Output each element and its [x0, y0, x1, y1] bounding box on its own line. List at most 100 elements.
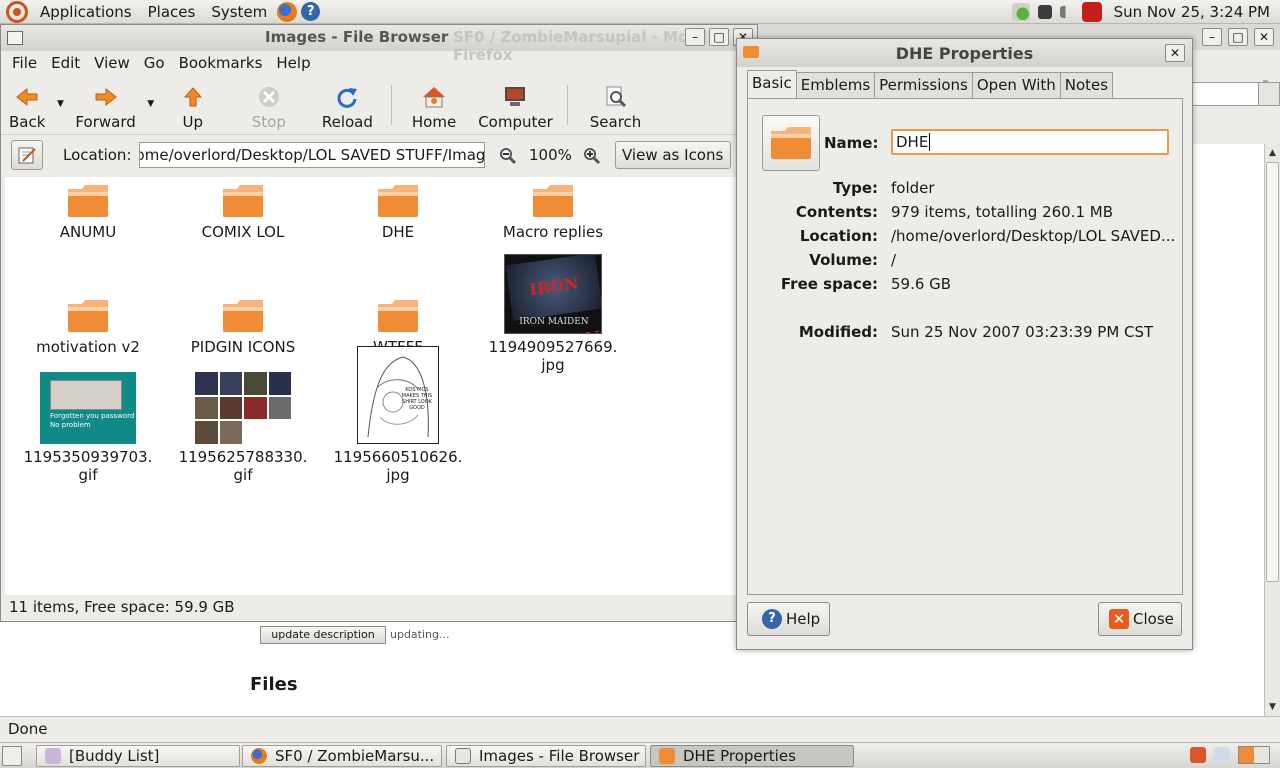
workspace-switcher[interactable] [1238, 746, 1270, 764]
tab-basic[interactable]: Basic [747, 70, 797, 98]
search-icon[interactable] [1258, 82, 1280, 106]
reload-button[interactable]: Reload [310, 77, 385, 131]
task-dhe-properties[interactable]: DHE Properties [650, 745, 854, 767]
tab-permissions[interactable]: Permissions [874, 72, 973, 98]
task-firefox[interactable]: SF0 / ZombieMarsu... [242, 745, 442, 767]
applet-icon[interactable] [1214, 747, 1230, 763]
basic-tab-panel: Name: DHE Type: folder Contents: 979 items… [747, 98, 1183, 595]
tab-notes[interactable]: Notes [1059, 72, 1114, 98]
help-icon[interactable]: ? [301, 2, 321, 21]
top-panel: Applications Places System ? Sun Nov 25,… [0, 0, 1280, 24]
file-name: 1195625788330. gif [178, 448, 308, 484]
display-icon[interactable] [1037, 5, 1052, 19]
task-buddy-list[interactable]: [Buddy List] [36, 745, 240, 767]
folder-item[interactable]: COMIX LOL [168, 127, 318, 241]
bottom-taskbar: [Buddy List] SF0 / ZombieMarsu... Images… [0, 742, 1280, 768]
forward-button[interactable]: Forward [67, 77, 143, 131]
minimize-button[interactable]: – [685, 28, 705, 46]
help-icon: ? [762, 609, 782, 629]
places-menu[interactable]: Places [142, 3, 202, 21]
system-menu[interactable]: System [205, 3, 273, 21]
window-menu-icon[interactable] [7, 31, 23, 45]
image-item[interactable]: KOS MOS MAKES THIS SHIRT LOOK GOOD 11956… [323, 346, 473, 484]
home-icon [421, 85, 447, 109]
help-button[interactable]: ? Help [747, 602, 830, 636]
update-description-button[interactable]: update description [260, 626, 386, 644]
properties-titlebar[interactable]: DHE Properties ✕ [737, 39, 1192, 67]
name-label: Name: [824, 134, 879, 152]
up-arrow-icon [180, 85, 206, 109]
forward-history-dropdown[interactable]: ▼ [144, 77, 158, 131]
notification-icon[interactable] [1190, 747, 1206, 763]
show-desktop-button[interactable] [2, 746, 22, 766]
toolbar-separator [566, 85, 568, 125]
properties-dialog: DHE Properties ✕ Basic Emblems Permissio… [736, 38, 1193, 650]
folder-item[interactable]: DHE [323, 127, 473, 241]
search-button[interactable]: Search [574, 77, 658, 131]
power-icon[interactable] [1081, 2, 1102, 22]
task-file-browser[interactable]: Images - File Browser [446, 745, 646, 767]
ubuntu-logo-icon[interactable] [6, 0, 28, 23]
menu-go[interactable]: Go [137, 54, 172, 72]
file-name: 1195350939703. gif [23, 448, 153, 484]
computer-button[interactable]: Computer [470, 77, 561, 131]
folder-icon-button[interactable] [762, 115, 820, 171]
applications-menu[interactable]: Applications [34, 3, 138, 21]
close-button[interactable]: ✕ [1165, 44, 1185, 62]
folder-item[interactable]: ANUMU [13, 127, 163, 241]
folder-item[interactable]: WTFFF [323, 242, 473, 356]
view-mode-select[interactable]: View as Icons [615, 141, 731, 169]
menu-file[interactable]: File [5, 54, 44, 72]
menu-edit[interactable]: Edit [44, 54, 87, 72]
bottom-tray [1190, 746, 1270, 764]
volume-icon[interactable] [1059, 6, 1074, 18]
stop-icon [256, 85, 282, 109]
maximize-button[interactable]: □ [1228, 28, 1248, 46]
back-button[interactable]: Back [1, 77, 53, 131]
page-scrollbar[interactable]: ▲ ▼ [1264, 144, 1280, 716]
close-icon: ✕ [1109, 609, 1129, 629]
property-row-location: Location:/home/overlord/Desktop/LOL SAVE… [799, 227, 1176, 245]
folder-icon [378, 300, 418, 332]
file-browser-titlebar[interactable]: Images - File Browser SF0 / ZombieMarsup… [1, 25, 757, 64]
firefox-icon[interactable] [277, 1, 298, 22]
property-row-modified: Modified: Sun 25 Nov 2007 03:23:39 PM CST [798, 323, 1154, 341]
folder-item[interactable]: motivation v2 [13, 242, 163, 356]
window-title: Images - File Browser [265, 28, 449, 46]
file-name: DHE [381, 223, 415, 241]
close-dialog-button[interactable]: ✕ Close [1098, 602, 1182, 636]
clock[interactable]: Sun Nov 25, 3:24 PM [1114, 3, 1270, 21]
home-button[interactable]: Home [398, 77, 470, 131]
scroll-down-icon[interactable]: ▼ [1265, 700, 1280, 714]
folder-item[interactable]: PIDGIN ICONS [168, 242, 318, 356]
reload-icon [334, 85, 360, 109]
file-browser-window: Images - File Browser SF0 / ZombieMarsup… [0, 24, 758, 622]
pidgin-icon [45, 748, 61, 764]
file-browser-icon [455, 748, 471, 764]
network-icon[interactable] [1011, 3, 1030, 21]
scrollbar-thumb[interactable] [1266, 162, 1279, 582]
maximize-button[interactable]: □ [709, 28, 729, 46]
iron-maiden-thumbnail: IRON MAIDEN IRON MAIDEN [504, 254, 602, 334]
browser-status: Done [0, 716, 1280, 742]
tab-emblems[interactable]: Emblems [795, 72, 876, 98]
close-button[interactable]: ✕ [1254, 28, 1274, 46]
image-item[interactable]: IRON MAIDEN IRON MAIDEN 1194909527669.jp… [478, 242, 628, 374]
back-history-dropdown[interactable]: ▼ [53, 77, 67, 131]
image-item[interactable]: 1195625788330. gif [168, 352, 318, 484]
image-item[interactable]: Forgotten you password ? No problem 1195… [13, 352, 163, 484]
menu-bookmarks[interactable]: Bookmarks [172, 54, 270, 72]
minimize-button[interactable]: – [1202, 28, 1222, 46]
folder-item[interactable]: Macro replies [478, 127, 628, 241]
system-tray: Sun Nov 25, 3:24 PM [1011, 0, 1270, 24]
scroll-up-icon[interactable]: ▲ [1265, 146, 1280, 160]
computer-icon [502, 85, 528, 109]
name-input[interactable]: DHE [891, 129, 1169, 155]
toolbar: Back ▼ Forward ▼ Up Stop Reload Home Com… [1, 75, 757, 135]
tab-open-with[interactable]: Open With [971, 72, 1061, 98]
icon-view[interactable]: ANUMU COMIX LOL DHE Macro replies motiva… [5, 177, 739, 595]
menu-help[interactable]: Help [269, 54, 317, 72]
status-bar: 11 items, Free space: 59.9 GB [9, 598, 235, 616]
menu-view[interactable]: View [87, 54, 137, 72]
up-button[interactable]: Up [158, 77, 228, 131]
